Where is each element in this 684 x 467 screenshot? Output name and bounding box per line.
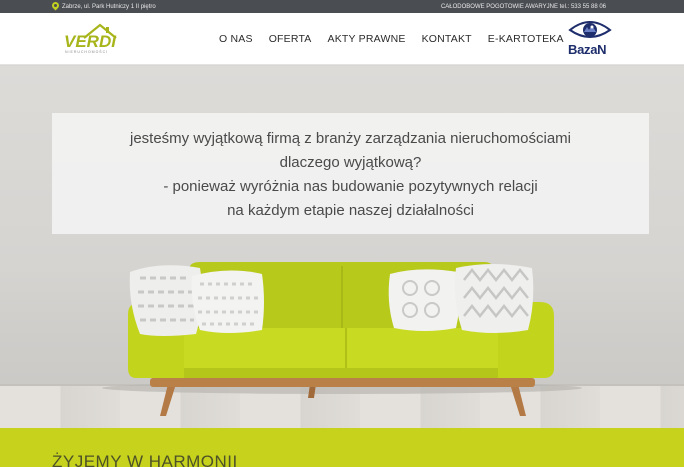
logo-text: VERDI [64, 32, 116, 51]
hero-line-4: na każdym etapie naszej działalności [227, 202, 474, 219]
pillow-left-back [129, 265, 203, 336]
pillow-right-back [454, 264, 534, 333]
nav-item-e-kartoteka[interactable]: E-KARTOTEKA [488, 33, 564, 45]
hero-message-panel: jesteśmy wyjątkową firmą z branży zarząd… [52, 113, 649, 234]
section-heading: ŻYJEMY W HARMONII [52, 452, 238, 467]
logo-subtext: NIERUCHOMOŚCI [65, 50, 109, 54]
hero-line-3: - ponieważ wyróżnia nas budowanie pozyty… [163, 178, 538, 195]
map-pin-icon [52, 2, 59, 11]
main-nav: O NAS OFERTA AKTY PRAWNE KONTAKT E-KARTO… [219, 13, 564, 65]
bazan-logo[interactable]: BazaN [566, 16, 614, 62]
hero-line-1: jesteśmy wyjątkową firmą z branży zarząd… [130, 130, 571, 147]
nav-item-o-nas[interactable]: O NAS [219, 33, 253, 45]
address-text: Zabrze, ul. Park Hutniczy 1 II piętro [62, 3, 156, 10]
top-bar: Zabrze, ul. Park Hutniczy 1 II piętro CA… [0, 0, 684, 13]
pillow-left-front [191, 270, 264, 333]
nav-item-oferta[interactable]: OFERTA [269, 33, 312, 45]
hero-line-2: dlaczego wyjątkową? [279, 154, 422, 171]
nav-item-kontakt[interactable]: KONTAKT [422, 33, 472, 45]
address-info: Zabrze, ul. Park Hutniczy 1 II piętro [52, 0, 156, 13]
pillow-right-front [388, 269, 460, 331]
harmony-section: ŻYJEMY W HARMONII [0, 428, 684, 467]
eye-icon [568, 21, 612, 38]
emergency-phone-text: CAŁODOBOWE POGOTOWIE AWARYJNE tel.: 533 … [440, 3, 606, 10]
hero-section: jesteśmy wyjątkową firmą z branży zarząd… [0, 66, 684, 428]
verdi-logo[interactable]: VERDI NIERUCHOMOŚCI [64, 22, 124, 58]
emergency-phone[interactable]: CAŁODOBOWE POGOTOWIE AWARYJNE tel.: 533 … [441, 0, 606, 13]
site-header: VERDI NIERUCHOMOŚCI O NAS OFERTA AKTY PR… [0, 13, 684, 65]
partner-logo-text: BazaN [568, 42, 607, 57]
nav-item-akty-prawne[interactable]: AKTY PRAWNE [328, 33, 406, 45]
